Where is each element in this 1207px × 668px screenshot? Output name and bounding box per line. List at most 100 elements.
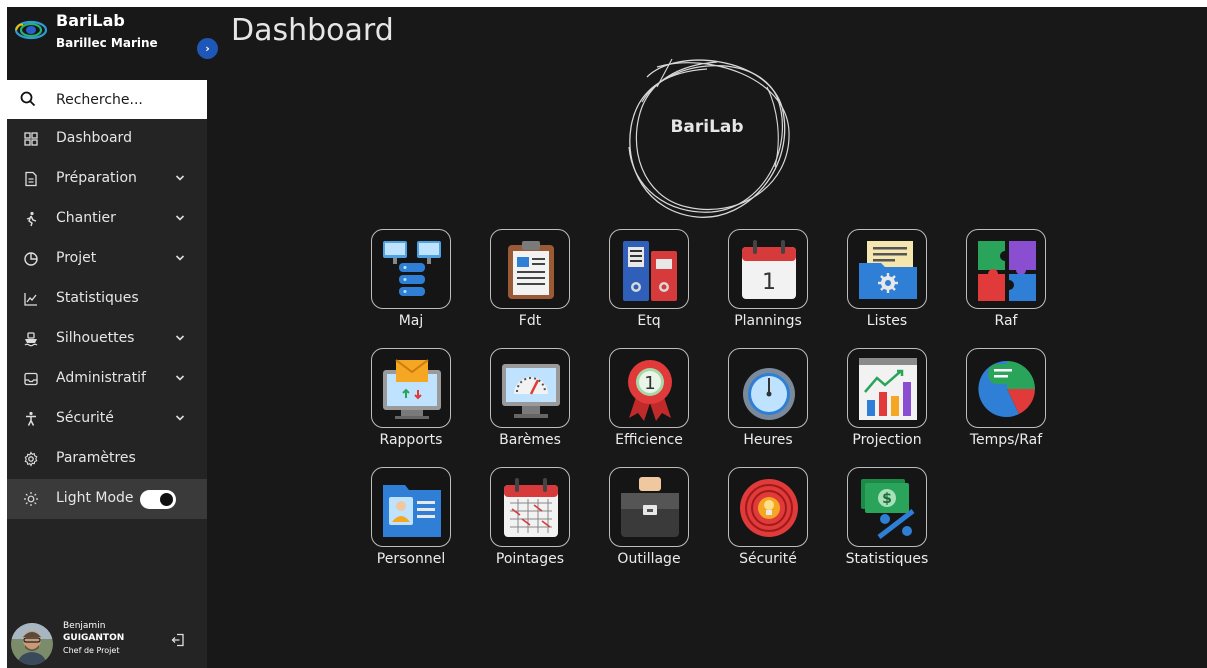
tile-label: Barèmes bbox=[499, 432, 561, 448]
light-mode-row: Light Mode bbox=[7, 479, 207, 519]
user-profile: Benjamin GUIGANTON Chef de Projet bbox=[7, 617, 207, 668]
tile-label: Outillage bbox=[617, 551, 681, 567]
light-mode-toggle[interactable] bbox=[140, 490, 176, 509]
tile-projection[interactable]: Projection bbox=[837, 348, 937, 468]
sidebar-item-administratif[interactable]: Administratif bbox=[7, 361, 207, 397]
tile-fdt[interactable]: Fdt bbox=[480, 229, 580, 349]
app-window: BariLab Barillec Marine Dashboard bbox=[7, 7, 1207, 668]
sidebar-item-label: Paramètres bbox=[56, 450, 136, 466]
tile-icon-box bbox=[371, 467, 451, 547]
tile-icon-box: $ bbox=[847, 467, 927, 547]
brand-header: BariLab Barillec Marine bbox=[7, 7, 207, 80]
chevron-down-icon bbox=[175, 415, 185, 421]
collapse-sidebar-button[interactable]: › bbox=[197, 38, 218, 59]
brand-title: BariLab bbox=[56, 11, 125, 30]
tile-statistiques[interactable]: $ Statistiques bbox=[837, 467, 937, 587]
tile-baremes[interactable]: Barèmes bbox=[480, 348, 580, 468]
tile-label: Temps/Raf bbox=[969, 432, 1043, 448]
tile-plannings[interactable]: 1 Plannings bbox=[718, 229, 818, 349]
tile-label: Listes bbox=[866, 313, 908, 329]
tile-personnel[interactable]: Personnel bbox=[361, 467, 461, 587]
sidebar-item-statistiques[interactable]: Statistiques bbox=[7, 281, 207, 317]
svg-text:1: 1 bbox=[644, 373, 655, 394]
logo-text: BariLab bbox=[670, 117, 744, 137]
sidebar: BariLab Barillec Marine Dashboard bbox=[7, 7, 207, 668]
sidebar-item-parametres[interactable]: Paramètres bbox=[7, 441, 207, 477]
inbox-icon bbox=[24, 372, 38, 386]
tile-heures[interactable]: Heures bbox=[718, 348, 818, 468]
sidebar-item-projet[interactable]: Projet bbox=[7, 241, 207, 277]
search-bar bbox=[7, 80, 207, 119]
tile-listes[interactable]: Listes bbox=[837, 229, 937, 349]
chevron-down-icon bbox=[175, 215, 185, 221]
tile-icon-box bbox=[847, 348, 927, 428]
tile-icon-box bbox=[966, 348, 1046, 428]
tile-maj[interactable]: Maj bbox=[361, 229, 461, 349]
tile-icon-box: 1 bbox=[609, 348, 689, 428]
tile-icon-box: 1 bbox=[728, 229, 808, 309]
binders-icon bbox=[623, 241, 677, 301]
tile-etq[interactable]: Etq bbox=[599, 229, 699, 349]
brand-subtitle: Barillec Marine bbox=[56, 36, 158, 50]
svg-text:$: $ bbox=[882, 491, 892, 507]
tile-rapports[interactable]: Rapports bbox=[361, 348, 461, 468]
tile-label: Fdt bbox=[518, 313, 542, 329]
sidebar-item-silhouettes[interactable]: Silhouettes bbox=[7, 321, 207, 357]
tile-label: Maj bbox=[398, 313, 424, 329]
gear-icon bbox=[24, 451, 38, 467]
user-first-name: Benjamin bbox=[63, 621, 106, 631]
tile-icon-box bbox=[609, 229, 689, 309]
sidebar-item-label: Chantier bbox=[56, 210, 116, 226]
gauge-monitor-icon bbox=[502, 364, 560, 418]
tile-pointages[interactable]: Pointages bbox=[480, 467, 580, 587]
user-role: Chef de Projet bbox=[63, 646, 120, 655]
toggle-knob bbox=[160, 493, 173, 506]
tile-label: Etq bbox=[637, 313, 661, 329]
logout-icon[interactable] bbox=[171, 633, 185, 647]
stopwatch-icon bbox=[743, 368, 795, 420]
clipboard-icon bbox=[508, 241, 554, 299]
sidebar-item-preparation[interactable]: Préparation bbox=[7, 161, 207, 197]
avatar[interactable] bbox=[11, 623, 53, 665]
tile-icon-box bbox=[490, 467, 570, 547]
sidebar-item-label: Statistiques bbox=[56, 290, 139, 306]
tile-raf[interactable]: Raf bbox=[956, 229, 1056, 349]
sidebar-item-label: Projet bbox=[56, 250, 97, 266]
tile-label: Sécurité bbox=[739, 551, 797, 567]
line-chart-icon bbox=[24, 293, 37, 306]
barilab-logo-icon bbox=[14, 20, 48, 40]
tile-securite[interactable]: Sécurité bbox=[718, 467, 818, 587]
tile-icon-box bbox=[490, 229, 570, 309]
tile-icon-box bbox=[371, 229, 451, 309]
barilab-scribble-logo: BariLab bbox=[617, 47, 805, 227]
tile-outillage[interactable]: Outillage bbox=[599, 467, 699, 587]
walking-person-icon bbox=[26, 211, 37, 227]
tile-icon-box bbox=[966, 229, 1046, 309]
sidebar-item-dashboard[interactable]: Dashboard bbox=[7, 121, 207, 157]
tile-temps-raf[interactable]: Temps/Raf bbox=[956, 348, 1056, 468]
sun-icon bbox=[24, 492, 38, 506]
tile-efficience[interactable]: 1 Efficience bbox=[599, 348, 699, 468]
server-sync-icon bbox=[383, 241, 441, 296]
ship-icon bbox=[24, 332, 38, 347]
sidebar-item-chantier[interactable]: Chantier bbox=[7, 201, 207, 237]
search-icon bbox=[20, 91, 36, 107]
sidebar-item-label: Silhouettes bbox=[56, 330, 135, 346]
target-bulb-icon bbox=[740, 479, 798, 537]
money-percent-icon: $ bbox=[861, 479, 915, 539]
tile-icon-box bbox=[371, 348, 451, 428]
tile-label: Plannings bbox=[734, 313, 802, 329]
tile-label: Projection bbox=[852, 432, 922, 448]
growth-chart-icon bbox=[859, 358, 917, 420]
sidebar-item-label: Préparation bbox=[56, 170, 137, 186]
id-folder-icon bbox=[383, 485, 441, 537]
document-icon bbox=[25, 171, 37, 187]
sidebar-item-securite[interactable]: Sécurité bbox=[7, 401, 207, 437]
award-ribbon-icon: 1 bbox=[628, 360, 672, 421]
tile-label: Personnel bbox=[376, 551, 446, 567]
sidebar-item-label: Dashboard bbox=[56, 130, 132, 146]
tile-label: Heures bbox=[743, 432, 793, 448]
search-input[interactable] bbox=[56, 89, 196, 111]
tile-label: Statistiques bbox=[845, 551, 929, 567]
chevron-down-icon bbox=[175, 255, 185, 261]
